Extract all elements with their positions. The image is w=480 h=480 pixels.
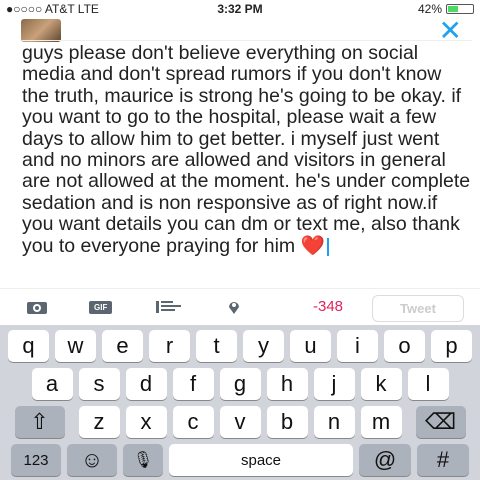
key-g[interactable]: g — [219, 368, 261, 400]
tweet-text: guys please don't believe everything on … — [22, 42, 471, 257]
clock: 3:32 PM — [217, 2, 263, 16]
key-a[interactable]: a — [31, 368, 73, 400]
compose-toolbar: GIF -348 Tweet — [0, 288, 480, 325]
status-bar: ●○○○○ AT&T LTE 3:32 PM 42% — [0, 0, 480, 18]
emoji-key[interactable]: ☺ — [67, 444, 117, 476]
mic-key[interactable]: 🎙 — [123, 444, 163, 476]
key-j[interactable]: j — [313, 368, 355, 400]
key-d[interactable]: d — [125, 368, 167, 400]
key-x[interactable]: x — [125, 406, 167, 438]
keyboard: qwertyuiop asdfghjkl ⇧ z x c v b n m ⌫ 123 ☺ 🎙 s… — [0, 325, 480, 480]
space-key[interactable]: space — [169, 444, 353, 476]
key-b[interactable]: b — [266, 406, 308, 438]
key-delete[interactable]: ⌫ — [415, 406, 466, 438]
key-t[interactable]: t — [196, 330, 237, 362]
key-r[interactable]: r — [149, 330, 190, 362]
key-w[interactable]: w — [55, 330, 96, 362]
gif-button[interactable]: GIF — [89, 301, 113, 314]
character-count: -348 — [313, 298, 344, 315]
key-o[interactable]: o — [384, 330, 425, 362]
key-k[interactable]: k — [360, 368, 402, 400]
avatar — [21, 19, 61, 42]
poll-icon[interactable] — [156, 299, 182, 318]
numbers-key[interactable]: 123 — [11, 444, 61, 476]
key-z[interactable]: z — [78, 406, 120, 438]
tweet-text-input[interactable]: guys please don't believe everything on … — [22, 40, 472, 257]
key-h[interactable]: h — [266, 368, 308, 400]
key-y[interactable]: y — [243, 330, 284, 362]
camera-icon[interactable] — [26, 299, 48, 318]
key-f[interactable]: f — [172, 368, 214, 400]
key-e[interactable]: e — [102, 330, 143, 362]
heart-emoji: ❤️ — [300, 234, 325, 257]
key-q[interactable]: q — [8, 330, 49, 362]
at-key[interactable]: @ — [359, 444, 411, 476]
text-cursor — [326, 237, 329, 256]
hash-key[interactable]: # — [417, 444, 469, 476]
key-p[interactable]: p — [431, 330, 472, 362]
key-s[interactable]: s — [78, 368, 120, 400]
key-shift[interactable]: ⇧ — [14, 406, 65, 438]
key-u[interactable]: u — [290, 330, 331, 362]
key-c[interactable]: c — [172, 406, 214, 438]
key-l[interactable]: l — [407, 368, 449, 400]
key-i[interactable]: i — [337, 330, 378, 362]
location-icon[interactable] — [227, 299, 241, 318]
key-n[interactable]: n — [313, 406, 355, 438]
key-m[interactable]: m — [360, 406, 402, 438]
tweet-button[interactable]: Tweet — [372, 295, 464, 322]
key-v[interactable]: v — [219, 406, 261, 438]
